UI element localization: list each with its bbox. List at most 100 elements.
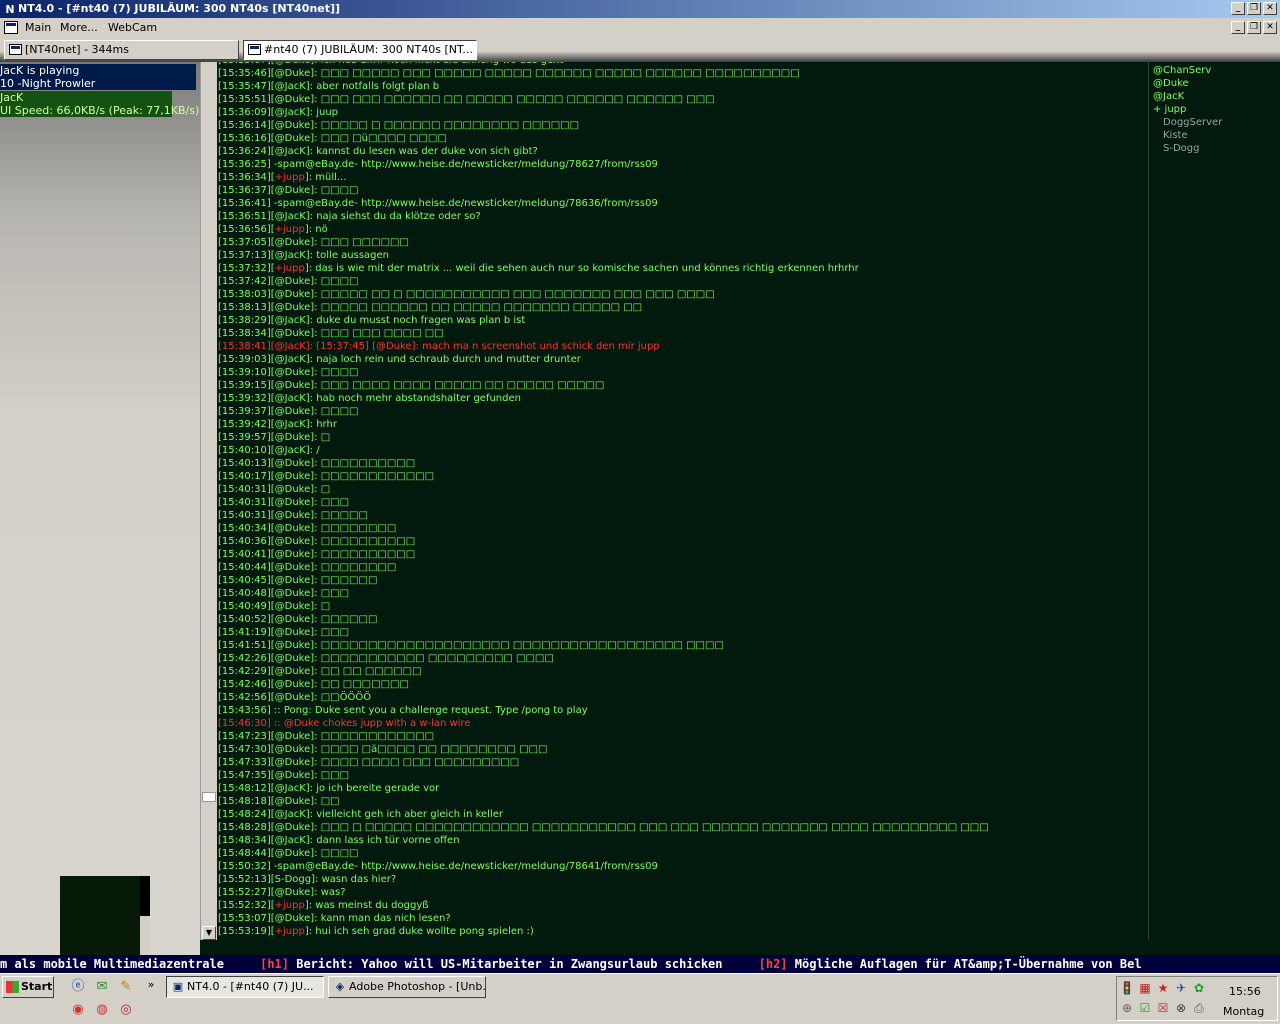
task-nt40[interactable]: ▣ NT4.0 - [#nt40 (7) JU... <box>166 976 324 998</box>
menu-main[interactable]: Main <box>25 18 51 38</box>
shield-icon[interactable]: ☒ <box>1155 1000 1171 1016</box>
message-text: □□□ □□□ □□□□□□ □□ □□□□□ □□□□□ □□□□□□ □□□… <box>320 94 715 105</box>
ie-icon[interactable]: ⓔ <box>70 979 86 995</box>
user-list-item[interactable]: DoggServer <box>1153 116 1280 129</box>
close-button[interactable]: ✕ <box>1263 2 1277 15</box>
pencil-icon[interactable]: ✎ <box>118 979 134 995</box>
scroll-thumb[interactable] <box>202 792 216 802</box>
message-text: naja loch rein und schraub durch und mut… <box>316 354 581 365</box>
message-text: □□□ □□□□□□ <box>320 237 409 248</box>
chat-message: [15:42:26][@Duke]: □□□□□□□□□□□ □□□□□□□□□… <box>218 652 1148 665</box>
message-separator: ]: <box>310 458 321 469</box>
star-icon[interactable]: ★ <box>1155 980 1171 996</box>
chat-message: [15:48:12][@JacK]: jo ich bereite gerade… <box>218 782 1148 795</box>
chat-message: [15:36:41] -spam@eBay.de- http://www.hei… <box>218 197 1148 210</box>
message-timestamp: [15:40:10] <box>218 445 271 456</box>
child-restore-button[interactable]: ❐ <box>1247 21 1261 34</box>
bluetooth-icon[interactable]: ✈ <box>1173 980 1189 996</box>
message-timestamp: [15:47:23] <box>218 731 271 742</box>
chat-scrollbar[interactable]: ▼ <box>200 62 217 940</box>
fox-icon[interactable]: ◉ <box>70 1002 86 1018</box>
cpu-meter-icon[interactable]: ▦ <box>1137 980 1153 996</box>
message-text: □□□□□□ <box>320 614 378 625</box>
printer-icon[interactable]: ⎙ <box>1191 1000 1207 1016</box>
message-prefix: - <box>270 861 278 872</box>
message-nick: @Duke <box>274 575 311 586</box>
message-separator: ]: <box>310 575 321 586</box>
message-timestamp: [15:40:44] <box>218 562 271 573</box>
message-nick: +jupp <box>274 263 305 274</box>
message-timestamp: [15:47:33] <box>218 757 271 768</box>
user-list-item[interactable]: S-Dogg <box>1153 142 1280 155</box>
clock-time[interactable]: 15:56 <box>1229 985 1261 998</box>
user-list-item[interactable]: + jupp <box>1153 103 1280 116</box>
chat-message: [15:37:42][@Duke]: □□□□ <box>218 275 1148 288</box>
user-list-item[interactable]: @Duke <box>1153 77 1280 90</box>
message-separator: ]: <box>304 172 316 183</box>
scroll-down-arrow[interactable]: ▼ <box>202 926 216 940</box>
minimize-button[interactable]: _ <box>1231 2 1245 15</box>
window-icon: ▣ <box>172 980 184 993</box>
chat-message: [15:36:09][@JacK]: juup <box>218 106 1148 119</box>
message-separator: ]: <box>310 133 321 144</box>
message-timestamp: [15:52:27] <box>218 887 271 898</box>
message-text: nö <box>315 224 328 235</box>
chat-message: [15:40:34][@Duke]: □□□□□□□□ <box>218 522 1148 535</box>
user-list-item[interactable]: @ChanServ <box>1153 64 1280 77</box>
flower-icon[interactable]: ✿ <box>1191 980 1207 996</box>
chat-message: [15:42:46][@Duke]: □□ □□□□□□□ <box>218 678 1148 691</box>
message-nick: @Duke <box>274 666 311 677</box>
task-photoshop[interactable]: ◈ Adobe Photoshop - [Unb... <box>328 976 486 998</box>
document-icon[interactable] <box>4 21 18 34</box>
chat-message: [15:36:34][+jupp]: müll... <box>218 171 1148 184</box>
tab-label: #nt40 (7) JUBILÄUM: 300 NT40s [NT... <box>264 43 473 56</box>
more-chevron-icon[interactable]: » <box>143 977 159 993</box>
chat-message: [15:40:49][@Duke]: □ <box>218 600 1148 613</box>
message-text: □ <box>320 484 331 495</box>
message-separator: ]: <box>305 835 317 846</box>
message-separator: ]: <box>310 471 321 482</box>
user-list-item[interactable]: @JacK <box>1153 90 1280 103</box>
news-ticker[interactable]: m als mobile Multimediazentrale [h1] Ber… <box>0 955 1280 973</box>
message-nick: @Duke <box>274 822 311 833</box>
message-separator: ]: <box>310 653 321 664</box>
tab-channel[interactable]: #nt40 (7) JUBILÄUM: 300 NT40s [NT... <box>243 40 477 60</box>
tab-label: [NT40net] - 344ms <box>25 43 129 56</box>
ticker-text-3: Mögliche Auflagen für AT&amp;T-Übernahme… <box>794 957 1142 971</box>
child-minimize-button[interactable]: _ <box>1231 21 1245 34</box>
message-separator: ]: <box>310 380 321 391</box>
message-nick: @Duke <box>274 94 311 105</box>
menu-webcam[interactable]: WebCam <box>108 18 157 38</box>
restore-button[interactable]: ❐ <box>1247 2 1261 15</box>
message-separator: ]: <box>310 484 321 495</box>
network-icon[interactable]: ✉ <box>94 979 110 995</box>
message-nick: +jupp <box>274 224 305 235</box>
message-nick: @Duke <box>274 237 311 248</box>
message-separator: ]: <box>310 796 321 807</box>
message-separator: ]: <box>310 757 321 768</box>
monitor-icon[interactable]: ⊕ <box>1119 1000 1135 1016</box>
message-text: □□□□ <box>320 367 359 378</box>
message-separator: ]: <box>310 601 321 612</box>
message-separator: ]: <box>310 289 321 300</box>
message-nick: @Duke <box>274 731 311 742</box>
menu-more[interactable]: More... <box>60 18 98 38</box>
message-separator: ]: <box>310 510 321 521</box>
message-nick: @Duke <box>274 523 311 534</box>
tab-server[interactable]: [NT40net] - 344ms <box>4 40 239 60</box>
child-close-button[interactable]: ✕ <box>1263 21 1277 34</box>
message-nick: @JacK <box>274 354 306 365</box>
antivirus-icon[interactable]: ⊗ <box>1173 1000 1189 1016</box>
message-timestamp: [15:40:13] <box>218 458 271 469</box>
globe-icon[interactable]: ◍ <box>94 1002 110 1018</box>
user-list-item[interactable]: Kiste <box>1153 129 1280 142</box>
start-button[interactable]: Start <box>2 976 54 998</box>
opera-icon[interactable]: ◎ <box>118 1002 134 1018</box>
webcam-preview[interactable] <box>60 876 150 956</box>
check-icon[interactable]: ☑ <box>1137 1000 1153 1016</box>
message-timestamp: [15:42:26] <box>218 653 271 664</box>
chat-message: [15:38:29][@JacK]: duke du musst noch fr… <box>218 314 1148 327</box>
start-label: Start <box>21 980 53 993</box>
traffic-light-icon[interactable]: 🚦 <box>1119 980 1135 996</box>
message-separator: ]: <box>310 913 321 924</box>
